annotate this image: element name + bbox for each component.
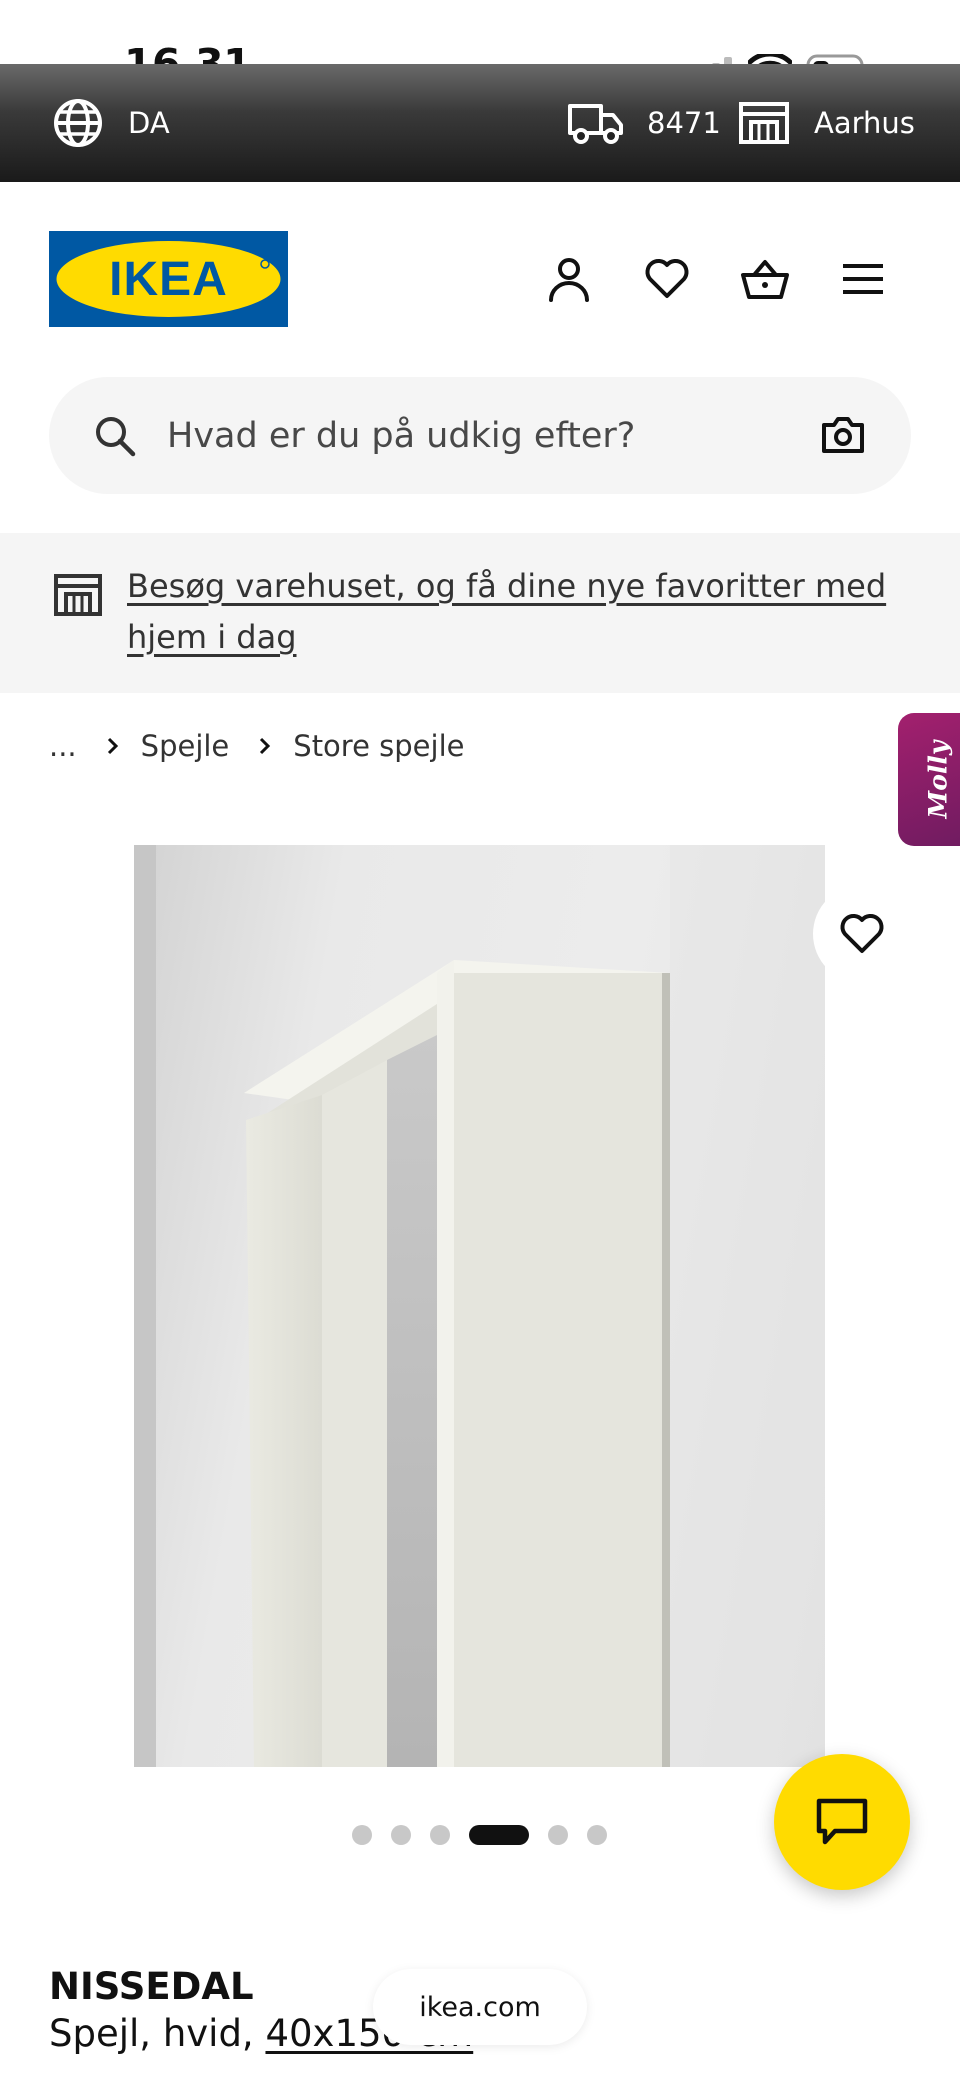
basket-button[interactable]: [740, 254, 790, 304]
camera-icon[interactable]: [820, 415, 866, 455]
molly-assistant-tab[interactable]: Molly: [898, 713, 960, 846]
carousel-dot[interactable]: [352, 1825, 372, 1845]
top-strip-row: DA 8471 Aarhus: [0, 95, 960, 151]
chat-button[interactable]: [774, 1754, 910, 1890]
favourites-button[interactable]: [642, 254, 692, 304]
postcode-label: 8471: [647, 106, 721, 140]
heart-icon: [840, 914, 884, 953]
search-input[interactable]: [167, 377, 827, 494]
menu-icon: [843, 264, 883, 294]
store-icon: [739, 102, 789, 144]
search-bar[interactable]: [49, 377, 911, 494]
language-label: DA: [128, 106, 170, 140]
globe-icon: [54, 99, 102, 147]
menu-button[interactable]: [838, 254, 888, 304]
store-visit-banner: Besøg varehuset, og få dine nye favoritt…: [0, 533, 960, 693]
molly-label: Molly: [923, 740, 953, 819]
account-button[interactable]: [544, 254, 594, 304]
carousel-dot-active[interactable]: [469, 1825, 529, 1845]
carousel-dot[interactable]: [430, 1825, 450, 1845]
delivery-postcode[interactable]: 8471: [567, 95, 721, 151]
language-selector[interactable]: DA: [52, 95, 170, 151]
browser-url-bar[interactable]: ikea.com: [373, 1969, 587, 2045]
logo-text: IKEA: [109, 253, 228, 306]
chevron-right-icon: [259, 737, 271, 755]
breadcrumb-ellipsis[interactable]: ...: [49, 729, 77, 763]
image-carousel-dots: [352, 1824, 607, 1846]
ikea-logo[interactable]: IKEA: [49, 231, 288, 327]
favourite-product-button[interactable]: [813, 885, 911, 983]
mirror-illustration: [134, 845, 825, 1767]
store-label: Aarhus: [814, 106, 915, 140]
url-text: ikea.com: [419, 1991, 541, 2023]
breadcrumb-spejle[interactable]: Spejle: [141, 729, 230, 763]
store-selector[interactable]: Aarhus: [738, 95, 915, 151]
search-icon: [96, 417, 136, 457]
status-bar: 16.31: [0, 0, 960, 86]
basket-icon: [741, 260, 789, 299]
user-icon: [549, 258, 589, 302]
store-icon: [54, 574, 102, 616]
chat-bubble-icon: [816, 1798, 868, 1845]
product-name: NISSEDAL: [49, 1965, 254, 2008]
product-desc-prefix: Spejl, hvid,: [49, 2012, 266, 2055]
product-image[interactable]: [134, 845, 825, 1767]
heart-icon: [645, 259, 689, 298]
breadcrumb-store-spejle[interactable]: Store spejle: [293, 729, 464, 763]
breadcrumb: ... Spejle Store spejle: [49, 722, 464, 770]
carousel-dot[interactable]: [587, 1825, 607, 1845]
carousel-dot[interactable]: [548, 1825, 568, 1845]
carousel-dot[interactable]: [391, 1825, 411, 1845]
store-visit-link[interactable]: Besøg varehuset, og få dine nye favoritt…: [127, 561, 907, 663]
truck-icon: [568, 104, 623, 144]
chevron-right-icon: [107, 737, 119, 755]
